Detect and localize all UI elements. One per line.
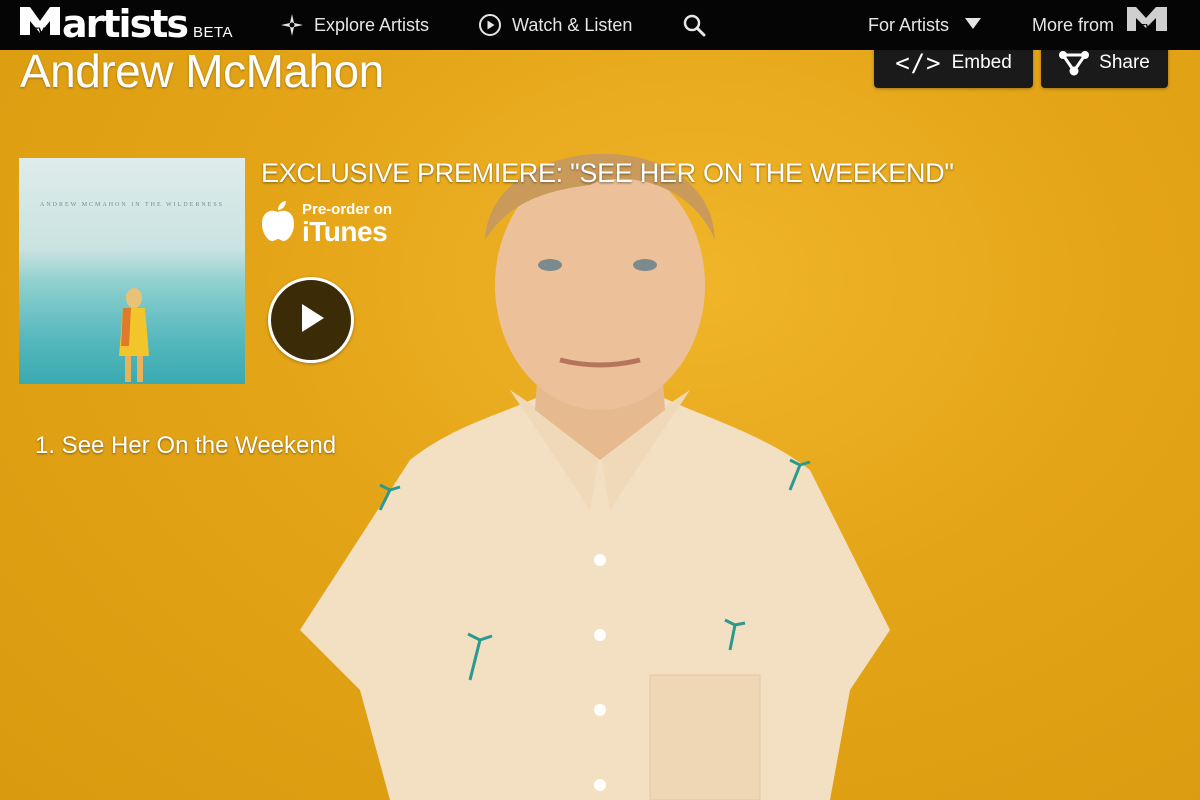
artist-photo [300, 153, 890, 800]
logo-text: artists [62, 2, 189, 46]
nav-explore-label: Explore Artists [314, 14, 430, 35]
nav-watch-label: Watch & Listen [512, 14, 633, 35]
share-label: Share [1099, 52, 1150, 73]
itunes-preorder-link[interactable]: Pre-order on iTunes [260, 200, 392, 247]
search-icon [682, 13, 706, 37]
track-list-item[interactable]: 1. See Her On the Weekend [35, 432, 336, 460]
mtv-artists-logo[interactable]: TV artists BETA [18, 3, 233, 44]
play-circle-icon [478, 13, 502, 37]
itunes-brand-label: iTunes [302, 215, 388, 247]
nav-for-artists-dropdown[interactable]: For Artists [868, 0, 982, 50]
svg-text:TV: TV [1140, 23, 1152, 32]
nav-explore-artists[interactable]: Explore Artists [280, 0, 429, 50]
code-icon: </> [895, 49, 942, 77]
itunes-pre-label: Pre-order on [302, 200, 393, 218]
compass-star-icon [280, 13, 304, 37]
svg-text:TV: TV [32, 27, 45, 37]
album-cover-text: ANDREW MCMAHON IN THE WILDERNESS [40, 202, 224, 208]
nav-more-from-label: More from [1032, 14, 1115, 35]
album-cover[interactable]: ANDREW MCMAHON IN THE WILDERNESS [19, 158, 245, 384]
beta-badge: BETA [192, 24, 234, 41]
share-network-icon [1059, 50, 1090, 76]
album-figure-illustration [119, 288, 149, 382]
mtv-logo-icon: TV [18, 3, 62, 42]
nav-for-artists-label: For Artists [868, 14, 950, 35]
search-button[interactable] [682, 0, 716, 50]
mtv-badge-icon: TV [1126, 6, 1168, 32]
nav-watch-listen[interactable]: Watch & Listen [478, 0, 632, 50]
play-button[interactable] [268, 277, 354, 363]
caret-down-icon [965, 17, 982, 33]
top-nav-bar: TV artists BETA Explore Artists Watch & … [0, 0, 1200, 50]
play-icon [296, 302, 326, 339]
apple-icon [260, 200, 296, 247]
embed-label: Embed [951, 52, 1012, 73]
artist-name-title: Andrew McMahon [20, 45, 384, 97]
premiere-title: EXCLUSIVE PREMIERE: "SEE HER ON THE WEEK… [261, 158, 954, 188]
nav-more-from-mtv[interactable]: More from TV [1032, 0, 1168, 50]
